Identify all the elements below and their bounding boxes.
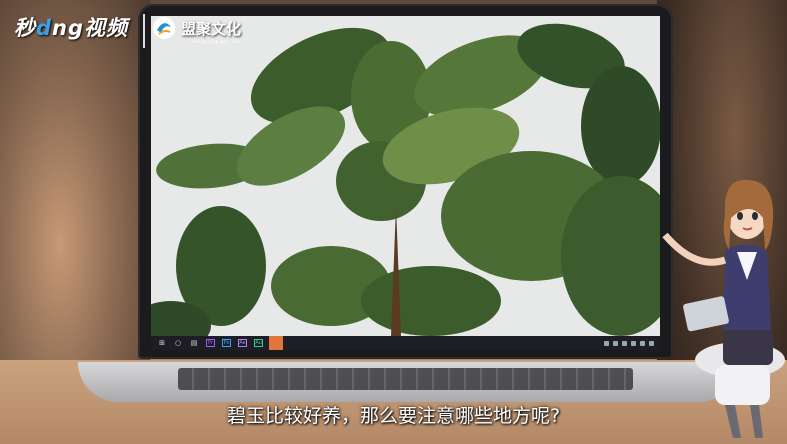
video-subtitle: 碧玉比较好养，那么要注意哪些地方呢?: [226, 405, 561, 427]
photoshop-app-icon[interactable]: Ps: [222, 339, 231, 347]
laptop-screen: ⊞ ○ ▤ Pr Ps Ae Au: [151, 16, 660, 350]
taskbar: ⊞ ○ ▤ Pr Ps Ae Au: [151, 336, 660, 350]
after-effects-app-icon[interactable]: Ae: [238, 339, 247, 347]
brand-mark-icon: [153, 17, 175, 39]
tray-icon[interactable]: [631, 340, 636, 346]
tray-icon[interactable]: [622, 340, 627, 346]
brand-logo: 盟聚文化: [152, 15, 241, 41]
tray-icon[interactable]: [613, 340, 618, 346]
brand-subtext: meng ying wen hua: [193, 39, 242, 44]
tray-icon[interactable]: [649, 340, 654, 346]
system-tray: [604, 340, 660, 346]
windows-start-icon[interactable]: ⊞: [157, 339, 167, 348]
miaodong-logo: 秒dng视频: [14, 16, 129, 40]
tray-icon[interactable]: [640, 340, 645, 346]
premiere-app-icon[interactable]: Pr: [206, 339, 215, 347]
laptop: ⊞ ○ ▤ Pr Ps Ae Au: [138, 4, 673, 359]
search-icon[interactable]: ○: [173, 339, 183, 348]
brand-name: 盟聚文化: [181, 19, 242, 38]
logo-divider: [143, 14, 145, 48]
task-view-icon[interactable]: ▤: [189, 339, 199, 348]
audition-app-icon[interactable]: Au: [254, 339, 263, 347]
laptop-keyboard: [178, 368, 633, 390]
tray-icon[interactable]: [604, 340, 609, 346]
plant-photo: [151, 16, 660, 350]
active-app-icon[interactable]: [269, 336, 283, 350]
